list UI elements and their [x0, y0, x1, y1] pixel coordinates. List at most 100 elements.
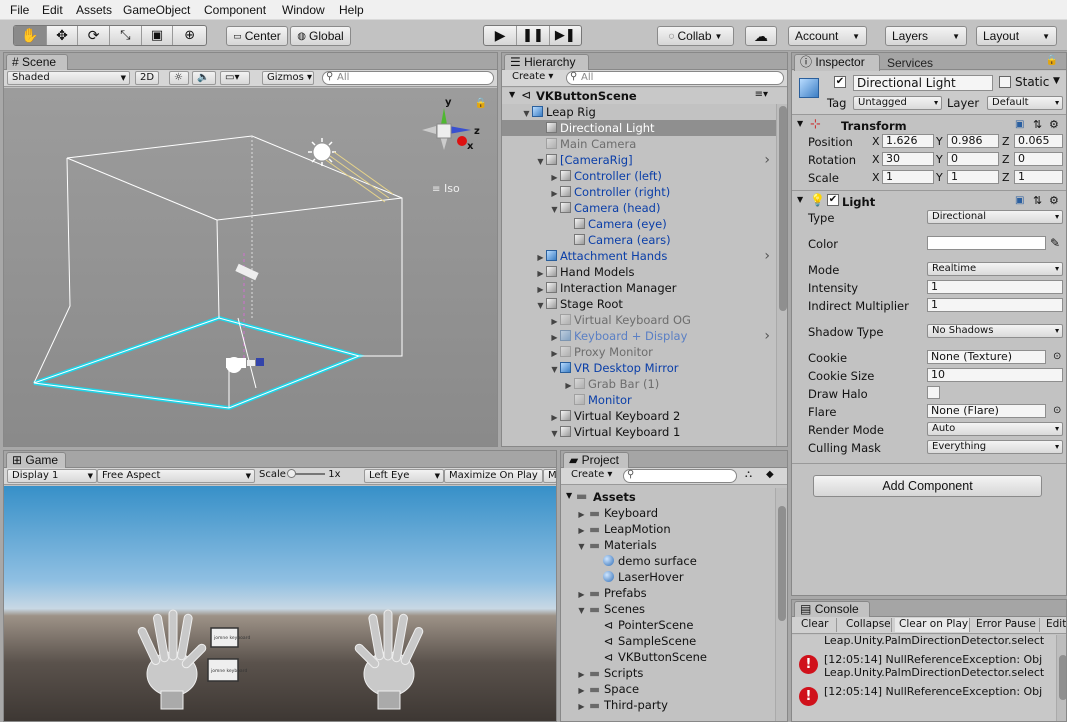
scale-y-field[interactable]: 1: [947, 170, 999, 184]
step-icon[interactable]: ▶❚: [548, 26, 581, 45]
orientation-gizmo[interactable]: [422, 108, 471, 150]
console-log-line[interactable]: ! [12:05:14] NullReferenceException: Obj: [792, 653, 1056, 674]
menu-help[interactable]: Help: [339, 3, 364, 17]
lighting-toggle-icon[interactable]: ☼: [169, 71, 189, 85]
layout-dropdown[interactable]: Layout ▼: [976, 26, 1057, 46]
rotation-x-field[interactable]: 30: [882, 152, 934, 166]
project-item[interactable]: LaserHover: [561, 569, 774, 585]
pivot-center-button[interactable]: ▭ Center: [226, 26, 288, 46]
hierarchy-item[interactable]: ▶ Grab Bar (1): [502, 376, 776, 392]
hierarchy-item[interactable]: ▶ Hand Models: [502, 264, 776, 280]
hierarchy-item[interactable]: ▶ Controller (right): [502, 184, 776, 200]
hierarchy-item[interactable]: ▶ Proxy Monitor: [502, 344, 776, 360]
maximize-on-play-toggle[interactable]: Maximize On Play: [444, 469, 543, 483]
slider-thumb[interactable]: [287, 469, 297, 478]
project-item[interactable]: ▶ ▬ Prefabs: [561, 585, 774, 601]
project-item[interactable]: ▶ ▬ Space: [561, 681, 774, 697]
tab-scene[interactable]: # Scene: [6, 54, 68, 71]
slider-track[interactable]: [287, 469, 326, 478]
eyedropper-icon[interactable]: ✎: [1050, 236, 1060, 250]
scroll-thumb[interactable]: [778, 506, 786, 621]
camera-gizmo-icon[interactable]: [226, 357, 255, 373]
project-search-input[interactable]: [623, 469, 737, 483]
light-enabled-checkbox[interactable]: ✔: [827, 194, 839, 206]
add-component-button[interactable]: Add Component: [813, 475, 1042, 497]
position-y-field[interactable]: 0.986: [947, 134, 999, 148]
chevron-down-icon[interactable]: ▼: [797, 119, 803, 128]
play-icon[interactable]: ▶: [484, 26, 516, 45]
project-item[interactable]: ▼ ▬ Scenes: [561, 601, 774, 617]
hierarchy-item[interactable]: ▼ [CameraRig] ›: [502, 152, 776, 168]
scene-viewport[interactable]: y z x ≡ Iso 🔒: [4, 88, 497, 446]
aspect-dropdown[interactable]: Free Aspect ▼: [97, 469, 255, 483]
chevron-down-icon[interactable]: ▼: [797, 195, 803, 204]
scene-header-row[interactable]: ▼ ⊲ VKButtonScene ≡▾: [502, 88, 787, 104]
menu-assets[interactable]: Assets: [76, 3, 112, 17]
console-scrollbar[interactable]: [1056, 635, 1066, 721]
static-checkbox[interactable]: [999, 76, 1011, 88]
hierarchy-item[interactable]: ▶ Interaction Manager: [502, 280, 776, 296]
menu-component[interactable]: Component: [204, 3, 266, 17]
console-log-line[interactable]: Leap.Unity.PalmDirectionDetector.select: [792, 666, 1056, 679]
project-item[interactable]: ▶ ▬ Scripts: [561, 665, 774, 681]
prefab-open-icon[interactable]: ›: [764, 248, 770, 264]
project-item[interactable]: demo surface: [561, 553, 774, 569]
2d-toggle[interactable]: 2D: [135, 71, 159, 85]
space-global-button[interactable]: ◍ Global: [290, 26, 351, 46]
menu-window[interactable]: Window: [282, 3, 325, 17]
iso-label[interactable]: Iso: [444, 182, 460, 195]
project-item[interactable]: ▶ ▬ Third-party: [561, 697, 774, 713]
object-picker-icon[interactable]: ⊙: [1053, 405, 1061, 416]
rotate-tool-icon[interactable]: ⟳: [77, 26, 109, 45]
lock-icon[interactable]: 🔒: [475, 98, 487, 109]
layers-dropdown[interactable]: Layers ▼: [885, 26, 967, 46]
sun-icon[interactable]: [313, 143, 331, 161]
lock-icon[interactable]: 🔒: [1046, 55, 1058, 66]
hierarchy-item[interactable]: Camera (ears): [502, 232, 776, 248]
console-clear-button[interactable]: Clear: [797, 618, 837, 632]
light-draw-halo-checkbox[interactable]: [927, 386, 940, 399]
axis-x-label[interactable]: X: [872, 153, 880, 166]
tab-game[interactable]: ⊞ Game: [6, 452, 66, 469]
light-render-mode-dropdown[interactable]: Auto: [927, 422, 1063, 436]
chevron-right-icon[interactable]: ▶: [576, 699, 587, 715]
axis-y-label[interactable]: Y: [936, 135, 943, 148]
tab-inspector[interactable]: ⓘ Inspector: [794, 54, 880, 71]
axis-x-label[interactable]: X: [872, 135, 880, 148]
tab-project[interactable]: ▰ Project: [563, 452, 629, 469]
project-create-dropdown[interactable]: Create ▾: [567, 469, 619, 483]
menu-file[interactable]: File: [10, 3, 29, 17]
cloud-button[interactable]: ☁: [745, 26, 777, 46]
hierarchy-item[interactable]: Monitor: [502, 392, 776, 408]
hierarchy-item[interactable]: ▼ VR Desktop Mirror: [502, 360, 776, 376]
project-item[interactable]: ▶ ▬ Keyboard: [561, 505, 774, 521]
light-culling-mask-dropdown[interactable]: Everything: [927, 440, 1063, 454]
filter-type-icon[interactable]: ⛬: [741, 469, 759, 483]
light-intensity-field[interactable]: 1: [927, 280, 1063, 294]
tab-services[interactable]: Services: [887, 56, 933, 70]
chevron-down-icon[interactable]: ▼: [1053, 76, 1060, 86]
filter-label-icon[interactable]: ◆: [762, 469, 780, 483]
light-cookie-field[interactable]: None (Texture): [927, 350, 1046, 364]
preset-icon[interactable]: ⇅: [1033, 118, 1042, 131]
axis-y-label[interactable]: Y: [936, 171, 943, 184]
hierarchy-item[interactable]: ▼ Leap Rig: [502, 104, 776, 120]
gear-icon[interactable]: ⚙: [1049, 194, 1059, 207]
console-edit-button[interactable]: Edit: [1042, 618, 1066, 632]
menu-gameobject[interactable]: GameObject: [123, 3, 190, 17]
account-dropdown[interactable]: Account ▼: [788, 26, 867, 46]
axis-z-label[interactable]: Z: [1002, 153, 1010, 166]
position-z-field[interactable]: 0.065: [1014, 134, 1063, 148]
position-x-field[interactable]: 1.626: [882, 134, 934, 148]
menu-edit[interactable]: Edit: [42, 3, 63, 17]
object-picker-icon[interactable]: ⊙: [1053, 351, 1061, 362]
light-flare-field[interactable]: None (Flare): [927, 404, 1046, 418]
hierarchy-item[interactable]: ▶ Virtual Keyboard 2: [502, 408, 776, 424]
project-item[interactable]: ⊲ PointerScene: [561, 617, 774, 633]
console-collapse-button[interactable]: Collapse: [842, 618, 892, 632]
hierarchy-item[interactable]: ▼ Virtual Keyboard 1: [502, 424, 776, 440]
hierarchy-item[interactable]: Directional Light: [502, 120, 776, 136]
project-item[interactable]: ▼ ▬ Materials: [561, 537, 774, 553]
project-scrollbar[interactable]: [775, 488, 787, 721]
project-item[interactable]: ⊲ VKButtonScene: [561, 649, 774, 665]
